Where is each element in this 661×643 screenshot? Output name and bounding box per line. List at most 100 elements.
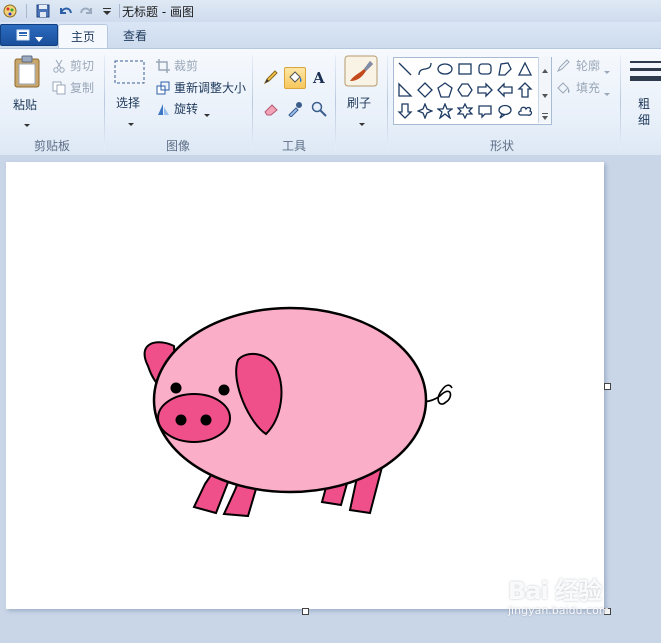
- clipboard-group-label: 剪贴板: [33, 139, 70, 153]
- pencil-tool[interactable]: [260, 67, 282, 89]
- oval-callout-shape-icon[interactable]: [496, 102, 514, 120]
- quick-access-toolbar: [2, 2, 126, 20]
- fill-bucket-icon: [556, 81, 572, 95]
- hexagon-shape-icon[interactable]: [456, 81, 474, 99]
- paint-menu-button[interactable]: [0, 24, 58, 46]
- size-label-1: 粗: [638, 97, 651, 111]
- diamond-shape-icon[interactable]: [416, 81, 434, 99]
- color-picker-tool[interactable]: [284, 99, 306, 121]
- magnifier-icon: [311, 101, 327, 120]
- crop-icon: [156, 58, 170, 73]
- line-width-icon: [630, 59, 661, 90]
- brush-icon: [344, 55, 378, 90]
- chevron-down-icon: [34, 32, 43, 42]
- gallery-expand-icon[interactable]: [542, 109, 548, 123]
- outline-pencil-icon: [556, 58, 572, 73]
- size-button[interactable]: 粗 细: [626, 55, 661, 131]
- paint-app-icon[interactable]: [2, 3, 18, 19]
- rectangle-shape-icon[interactable]: [456, 60, 474, 78]
- chevron-down-icon: [359, 116, 365, 126]
- baidu-jingyan-watermark: Bai 经验 jingyan.baidu.com: [508, 571, 610, 617]
- cut-label: 剪切: [70, 59, 95, 73]
- four-point-star-shape-icon[interactable]: [416, 102, 434, 120]
- triangle-shape-icon[interactable]: [516, 60, 534, 78]
- left-arrow-shape-icon[interactable]: [496, 81, 514, 99]
- select-button[interactable]: 选择: [112, 55, 148, 126]
- copy-button[interactable]: 复制: [52, 79, 94, 96]
- chevron-up-icon[interactable]: [542, 62, 548, 76]
- rect-callout-shape-icon[interactable]: [476, 102, 494, 120]
- cut-button[interactable]: 剪切: [52, 57, 94, 74]
- group-divider: [252, 55, 253, 151]
- size-label-2: 细: [638, 113, 651, 127]
- copy-icon: [52, 81, 66, 95]
- six-point-star-shape-icon[interactable]: [456, 102, 474, 120]
- group-divider: [620, 55, 621, 151]
- rotate-icon: [156, 102, 170, 116]
- tab-home[interactable]: 主页: [58, 24, 109, 50]
- ribbon: 粘贴 剪切 复制 剪贴板 选择 裁剪 重新调整大小 旋转 图像 A 工具 刷子 …: [0, 48, 661, 156]
- save-icon[interactable]: [35, 3, 51, 19]
- chevron-down-icon[interactable]: [542, 87, 548, 101]
- fill-label: 填充: [576, 81, 601, 95]
- select-rect-icon: [114, 59, 146, 88]
- pencil-icon: [263, 69, 279, 88]
- drawing-canvas[interactable]: [6, 162, 604, 609]
- polygon-shape-icon[interactable]: [496, 60, 514, 78]
- up-arrow-shape-icon[interactable]: [516, 81, 534, 99]
- tab-view[interactable]: 查看: [111, 24, 159, 48]
- resize-button[interactable]: 重新调整大小: [156, 79, 246, 96]
- oval-shape-icon[interactable]: [436, 60, 454, 78]
- pig-nostril: [175, 414, 187, 426]
- window-title: 无标题 - 画图: [122, 5, 194, 19]
- customize-qat-icon[interactable]: [101, 3, 113, 19]
- right-arrow-shape-icon[interactable]: [476, 81, 494, 99]
- qat-divider: [119, 4, 120, 18]
- fill-bucket-tool[interactable]: [284, 67, 306, 89]
- canvas-resize-handle-bottom[interactable]: [302, 608, 309, 615]
- rounded-rectangle-shape-icon[interactable]: [476, 60, 494, 78]
- title-bar: 无标题 - 画图: [0, 0, 661, 23]
- svg-text:A: A: [312, 69, 325, 85]
- undo-icon[interactable]: [57, 3, 73, 19]
- eraser-icon: [263, 101, 279, 120]
- menu-icon: [16, 29, 30, 41]
- curve-shape-icon[interactable]: [416, 60, 434, 78]
- redo-icon[interactable]: [79, 3, 95, 19]
- text-tool[interactable]: A: [308, 67, 330, 89]
- paste-button[interactable]: 粘贴: [8, 53, 46, 127]
- fill-button[interactable]: 填充: [556, 79, 611, 96]
- pig-eye: [170, 382, 182, 394]
- right-triangle-shape-icon[interactable]: [396, 81, 414, 99]
- group-divider: [335, 55, 336, 151]
- brushes-label: 刷子: [347, 96, 372, 110]
- group-divider: [387, 55, 388, 151]
- pig-snout: [157, 393, 231, 443]
- rotate-button[interactable]: 旋转: [156, 100, 211, 117]
- pig-eye: [218, 384, 230, 396]
- clipboard-icon: [13, 55, 41, 92]
- canvas-resize-handle-right[interactable]: [604, 383, 611, 390]
- chevron-down-icon: [204, 107, 211, 117]
- down-arrow-shape-icon[interactable]: [396, 102, 414, 120]
- shapes-gallery: [393, 57, 552, 125]
- eraser-tool[interactable]: [260, 99, 282, 121]
- text-a-icon: A: [311, 69, 327, 88]
- crop-button[interactable]: 裁剪: [156, 57, 198, 74]
- magnifier-tool[interactable]: [308, 99, 330, 121]
- scissors-icon: [52, 59, 66, 73]
- cloud-callout-shape-icon[interactable]: [516, 102, 534, 120]
- line-shape-icon[interactable]: [396, 60, 414, 78]
- pentagon-shape-icon[interactable]: [436, 81, 454, 99]
- select-label: 选择: [116, 96, 141, 110]
- pig-nostril: [200, 414, 212, 426]
- outline-button[interactable]: 轮廓: [556, 57, 611, 74]
- shapes-group-label: 形状: [489, 139, 514, 153]
- tools-group-label: 工具: [281, 139, 306, 153]
- outline-label: 轮廓: [576, 59, 601, 73]
- fill-bucket-icon: [287, 69, 303, 88]
- pig-drawing: [143, 306, 453, 518]
- five-point-star-shape-icon[interactable]: [436, 102, 454, 120]
- shapes-gallery-scrollbar[interactable]: [538, 57, 551, 123]
- brushes-button[interactable]: 刷子: [342, 55, 380, 126]
